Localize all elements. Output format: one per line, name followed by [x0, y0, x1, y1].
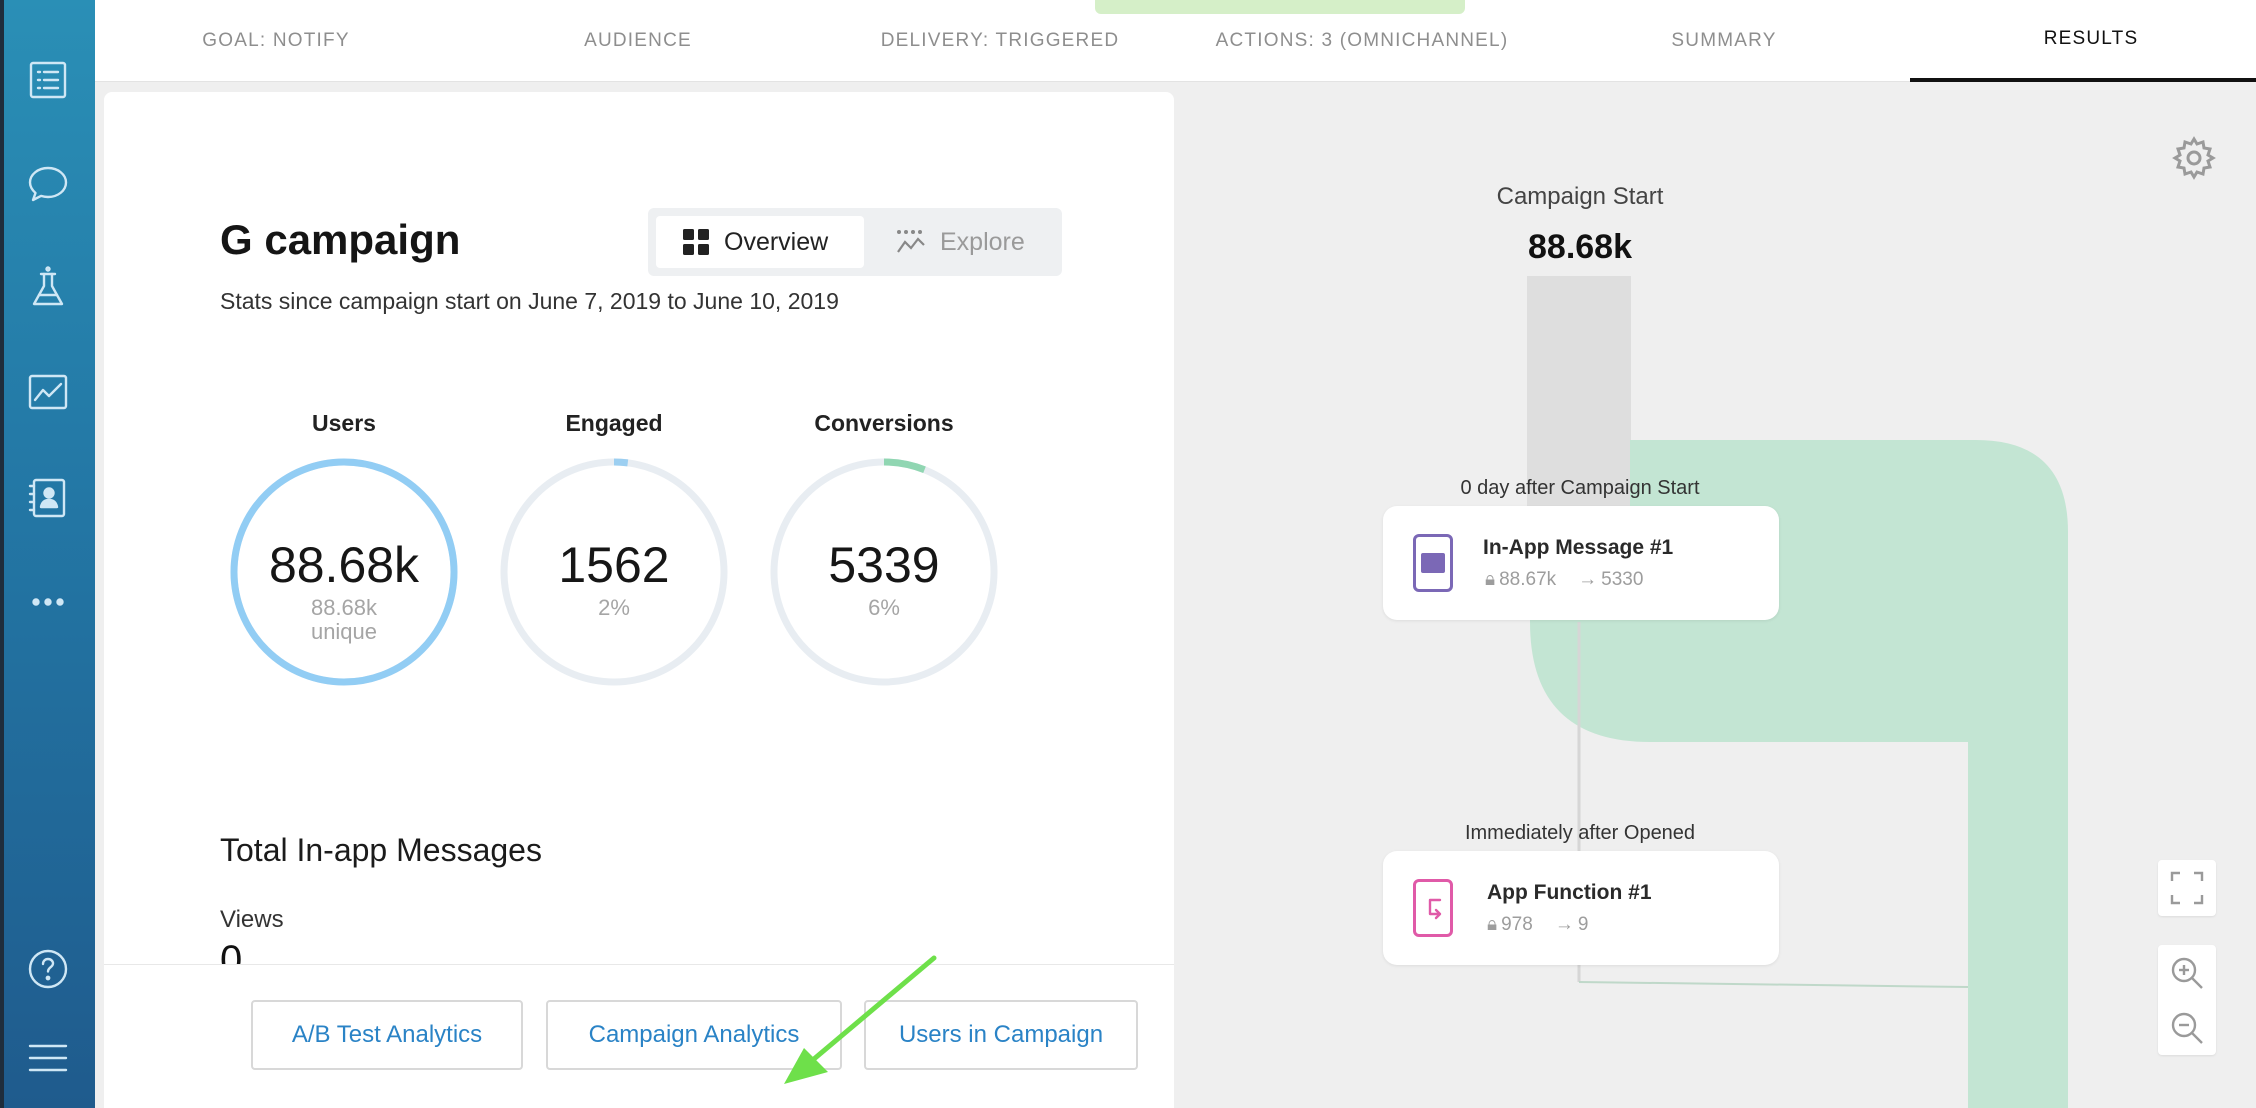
chat-icon[interactable] — [24, 160, 72, 208]
conversions-percent: 6% — [868, 595, 900, 620]
tab-delivery[interactable]: DELIVERY: TRIGGERED — [819, 0, 1181, 82]
conversions-label: Conversions — [814, 410, 954, 436]
engaged-value: 1562 — [558, 537, 670, 593]
conversions-value: 5339 — [828, 537, 940, 593]
more-icon[interactable] — [24, 578, 72, 626]
fullscreen-button[interactable] — [2158, 860, 2216, 916]
tab-summary[interactable]: SUMMARY — [1543, 0, 1905, 82]
in-app-message-icon — [1413, 534, 1453, 592]
overview-toggle-button[interactable]: Overview — [656, 216, 864, 268]
engaged-stat: Engaged 1562 2% — [494, 410, 734, 688]
in-app-message-node[interactable]: In-App Message #1 🔒︎ 88.67k → 5330 — [1383, 506, 1779, 620]
step-1-delay-label: 0 day after Campaign Start — [1460, 477, 1700, 499]
engaged-percent: 2% — [598, 595, 630, 620]
campaign-step-tabs: GOAL: NOTIFY AUDIENCE DELIVERY: TRIGGERE… — [95, 0, 2256, 82]
node-stats: 🔒︎ 978 → 9 — [1487, 914, 1592, 936]
app-function-icon — [1413, 879, 1453, 937]
users-label: Users — [312, 410, 376, 436]
menu-icon[interactable] — [24, 1034, 72, 1082]
help-icon[interactable] — [24, 945, 72, 993]
settings-gear-icon[interactable] — [2172, 136, 2216, 185]
tab-audience[interactable]: AUDIENCE — [457, 0, 819, 82]
node-title: App Function #1 — [1487, 881, 1652, 904]
overview-label: Overview — [724, 227, 829, 256]
node-entered: 88.67k — [1499, 569, 1557, 590]
annotation-arrow — [784, 955, 937, 1084]
app-function-node[interactable]: App Function #1 🔒︎ 978 → 9 — [1383, 851, 1779, 965]
step-2-delay-label: Immediately after Opened — [1464, 822, 1696, 844]
tab-actions[interactable]: ACTIONS: 3 (OMNICHANNEL) — [1181, 0, 1543, 82]
explore-label: Explore — [940, 227, 1025, 256]
campaign-start-value: 88.68k — [1528, 228, 1632, 266]
section-title: Total In-app Messages — [220, 832, 542, 868]
analytics-icon[interactable] — [24, 368, 72, 416]
node-stats: 🔒︎ 88.67k → 5330 — [1485, 569, 1647, 591]
list-icon[interactable] — [24, 56, 72, 104]
zoom-controls — [2158, 945, 2216, 1055]
arrow-right-icon: → — [1554, 914, 1574, 935]
zoom-in-icon[interactable] — [2169, 955, 2205, 991]
conversions-stat: Conversions 5339 6% — [764, 410, 1004, 688]
campaign-start-label: Campaign Start — [1496, 183, 1664, 210]
engaged-ring: 1562 2% — [498, 456, 730, 688]
page-title: G campaign — [220, 216, 461, 263]
explore-toggle-button[interactable]: Explore — [884, 216, 1054, 268]
node-title: In-App Message #1 — [1483, 536, 1674, 559]
flask-icon[interactable] — [24, 264, 72, 312]
users-unique: 88.68k unique — [228, 596, 460, 644]
tab-goal[interactable]: GOAL: NOTIFY — [95, 0, 457, 82]
ab-test-analytics-button[interactable]: A/B Test Analytics — [251, 1000, 523, 1070]
grid-icon — [683, 229, 709, 255]
engaged-label: Engaged — [565, 410, 663, 436]
sidebar — [0, 0, 95, 1108]
node-entered: 978 — [1501, 914, 1533, 935]
contacts-icon[interactable] — [24, 474, 72, 522]
node-converted: 9 — [1577, 914, 1589, 935]
users-value: 88.68k — [268, 537, 420, 593]
results-card: G campaign Stats since campaign start on… — [104, 92, 1174, 1108]
view-toggle: Overview Explore — [648, 208, 1062, 276]
views-label: Views — [220, 906, 284, 933]
users-stat: Users 88.68k 88.68k unique — [224, 410, 464, 688]
conversions-ring: 5339 6% — [768, 456, 1000, 688]
fullscreen-icon — [2170, 871, 2204, 905]
users-ring: 88.68k 88.68k unique — [228, 456, 460, 688]
lock-icon: 🔒︎ — [1487, 914, 1498, 935]
explore-chart-icon — [897, 230, 925, 253]
stats-date-range: Stats since campaign start on June 7, 20… — [220, 288, 839, 314]
zoom-out-icon[interactable] — [2169, 1010, 2205, 1046]
users-unique-value: 88.68k — [310, 595, 378, 620]
node-converted: 5330 — [1601, 569, 1644, 590]
arrow-right-icon: → — [1578, 569, 1598, 590]
tab-results[interactable]: RESULTS — [1910, 0, 2256, 82]
lock-icon: 🔒︎ — [1485, 569, 1496, 590]
users-unique-label: unique — [310, 619, 378, 644]
